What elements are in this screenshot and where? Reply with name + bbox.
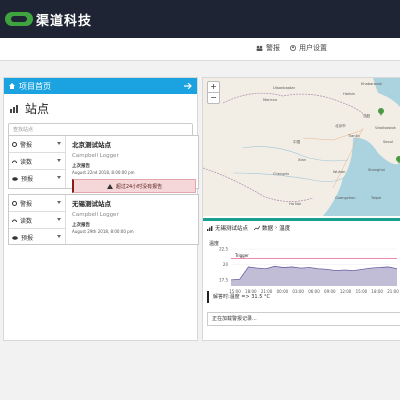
arrow-right-icon[interactable] (184, 83, 192, 89)
last-report-label: 上次报告 (72, 164, 90, 169)
map-label: 中国 (293, 140, 301, 144)
map-label: 沈阳 (363, 114, 371, 118)
map-label: Shanghai (368, 168, 385, 172)
breadcrumb-separator: › (275, 225, 278, 231)
chart-canvas: 22.52017.515:00 18:00 21:00 00:00 03:00 06:00… (219, 247, 399, 294)
trigger-label: Trigger (234, 253, 249, 258)
bar-chart-icon (207, 225, 213, 231)
project-home-label: 项目首页 (19, 81, 51, 91)
logo-icon (5, 12, 33, 26)
brand-logo[interactable]: 渠道科技 (5, 9, 92, 29)
group-icon (256, 45, 263, 51)
series-area (231, 266, 397, 286)
data-tab-label: 数据 (262, 226, 274, 232)
forecast-dropdown[interactable]: 预报 (9, 170, 65, 186)
last-report-label: 上次报告 (72, 223, 90, 228)
site-name[interactable]: 北京测试站点 (72, 139, 196, 149)
site-actions: 警报 读数 预报 (9, 136, 66, 188)
gauge-icon (12, 160, 17, 163)
site-actions: 警报 读数 预报 (9, 195, 66, 244)
site-card[interactable]: 警报 读数 预报 北京测试站点 Campbell Logger 上次报告 Aug… (8, 135, 199, 193)
site-name[interactable]: 无锡测试站点 (72, 198, 196, 208)
gear-icon (12, 141, 17, 147)
alarm-log-status: 正在加载警报记录... (207, 312, 400, 326)
line-chart-icon (254, 225, 261, 230)
map-label: Vladivostok (375, 126, 396, 130)
top-bar: 渠道科技 (0, 0, 400, 38)
warning-icon (106, 183, 113, 189)
map-label: Chengdu (273, 172, 290, 176)
alarm-link[interactable]: 警报 (256, 43, 280, 53)
site-marker[interactable] (396, 156, 400, 164)
detail-site-name: 无锡测试站点 (215, 226, 249, 232)
cloud-icon (12, 235, 18, 240)
offline-alert: 超过24小时没有报告 (72, 179, 196, 193)
zoom-out-button[interactable]: − (208, 93, 219, 103)
gear-icon (12, 200, 17, 206)
y-tick-label: 17.5 (219, 277, 228, 282)
user-settings-label: 用户设置 (299, 44, 327, 52)
readings-dropdown[interactable]: 读数 (9, 153, 65, 170)
site-logger: Campbell Logger (72, 153, 119, 159)
map-label: Harbin (343, 92, 355, 96)
map-label: Taipei (371, 196, 382, 200)
offline-alert-text: 超过24小时没有报告 (115, 183, 163, 190)
sites-panel: 项目首页 站点 查找站点 警报 读数 预报 北京测试站点 Campbell Lo… (3, 77, 199, 341)
last-report-time: August 29th 2018, 8:00:00 pm (72, 229, 134, 234)
last-report-time: August 22nd 2018, 8:00:00 pm (72, 170, 135, 175)
site-tab[interactable]: 无锡测试站点 (207, 224, 248, 232)
map-label: Ha Noi (289, 202, 301, 206)
map-label: Khabarovsk (361, 82, 382, 86)
readings-dropdown-label: 读数 (20, 158, 33, 166)
alarm-dropdown[interactable]: 警报 (9, 136, 65, 153)
site-card[interactable]: 警报 读数 预报 无锡测试站点 Campbell Logger 上次报告 Aug… (8, 194, 199, 245)
site-info: 无锡测试站点 Campbell Logger 上次报告 August 29th … (72, 198, 196, 234)
map-detail-panel: + − Ulaanbaatar Монгол Harbin 北京市 Khabar… (202, 77, 400, 341)
map-label: Ulaanbaatar (273, 86, 296, 90)
zoom-in-button[interactable]: + (208, 82, 219, 93)
home-icon (9, 83, 15, 89)
logo-text: 渠道科技 (36, 13, 93, 29)
map-label: Tianjin (348, 134, 360, 138)
forecast-dropdown-label: 预报 (21, 175, 34, 183)
alarm-dropdown-label: 警报 (20, 200, 33, 208)
data-tab[interactable]: 数据 › 温度 (254, 224, 290, 232)
readings-dropdown[interactable]: 读数 (9, 212, 65, 229)
project-home-bar[interactable]: 项目首页 (4, 78, 197, 94)
alarm-dropdown[interactable]: 警报 (9, 195, 65, 212)
alarm-link-label: 警报 (266, 44, 280, 52)
cloud-icon (12, 176, 18, 181)
user-settings-link[interactable]: 用户设置 (290, 43, 327, 53)
y-tick-label: 22.5 (219, 247, 228, 252)
map-label: Монгол (263, 98, 278, 102)
forecast-dropdown[interactable]: 预报 (9, 229, 65, 245)
map-label: Seoul (383, 140, 393, 144)
map-label: Xian (298, 158, 306, 162)
map-label: Guangzhou (335, 196, 356, 200)
site-logger: Campbell Logger (72, 212, 119, 218)
alarm-dropdown-label: 警报 (20, 141, 33, 149)
site-marker[interactable] (378, 108, 384, 116)
series-label: 温度 (279, 226, 291, 232)
map-label: Wuhan (333, 170, 346, 174)
zoom-controls: + − (207, 81, 220, 104)
sub-nav-bar: 警报 用户设置 (0, 38, 400, 61)
bar-chart-icon (10, 105, 18, 113)
page-title: 站点 (4, 94, 197, 119)
site-info: 北京测试站点 Campbell Logger 上次报告 August 22nd … (72, 139, 196, 193)
y-tick-label: 20 (223, 262, 229, 267)
readings-dropdown-label: 读数 (20, 217, 33, 225)
map-label: 北京市 (335, 124, 346, 128)
user-icon (290, 45, 296, 51)
forecast-dropdown-label: 预报 (21, 234, 34, 242)
site-map[interactable]: + − Ulaanbaatar Монгол Harbin 北京市 Khabar… (203, 78, 400, 216)
detail-header: 无锡测试站点 数据 › 温度 (203, 218, 400, 235)
gauge-icon (12, 219, 17, 222)
hover-readout: 解答时:温度 => 31.5 °C (207, 291, 400, 303)
page-title-text: 站点 (25, 102, 50, 116)
